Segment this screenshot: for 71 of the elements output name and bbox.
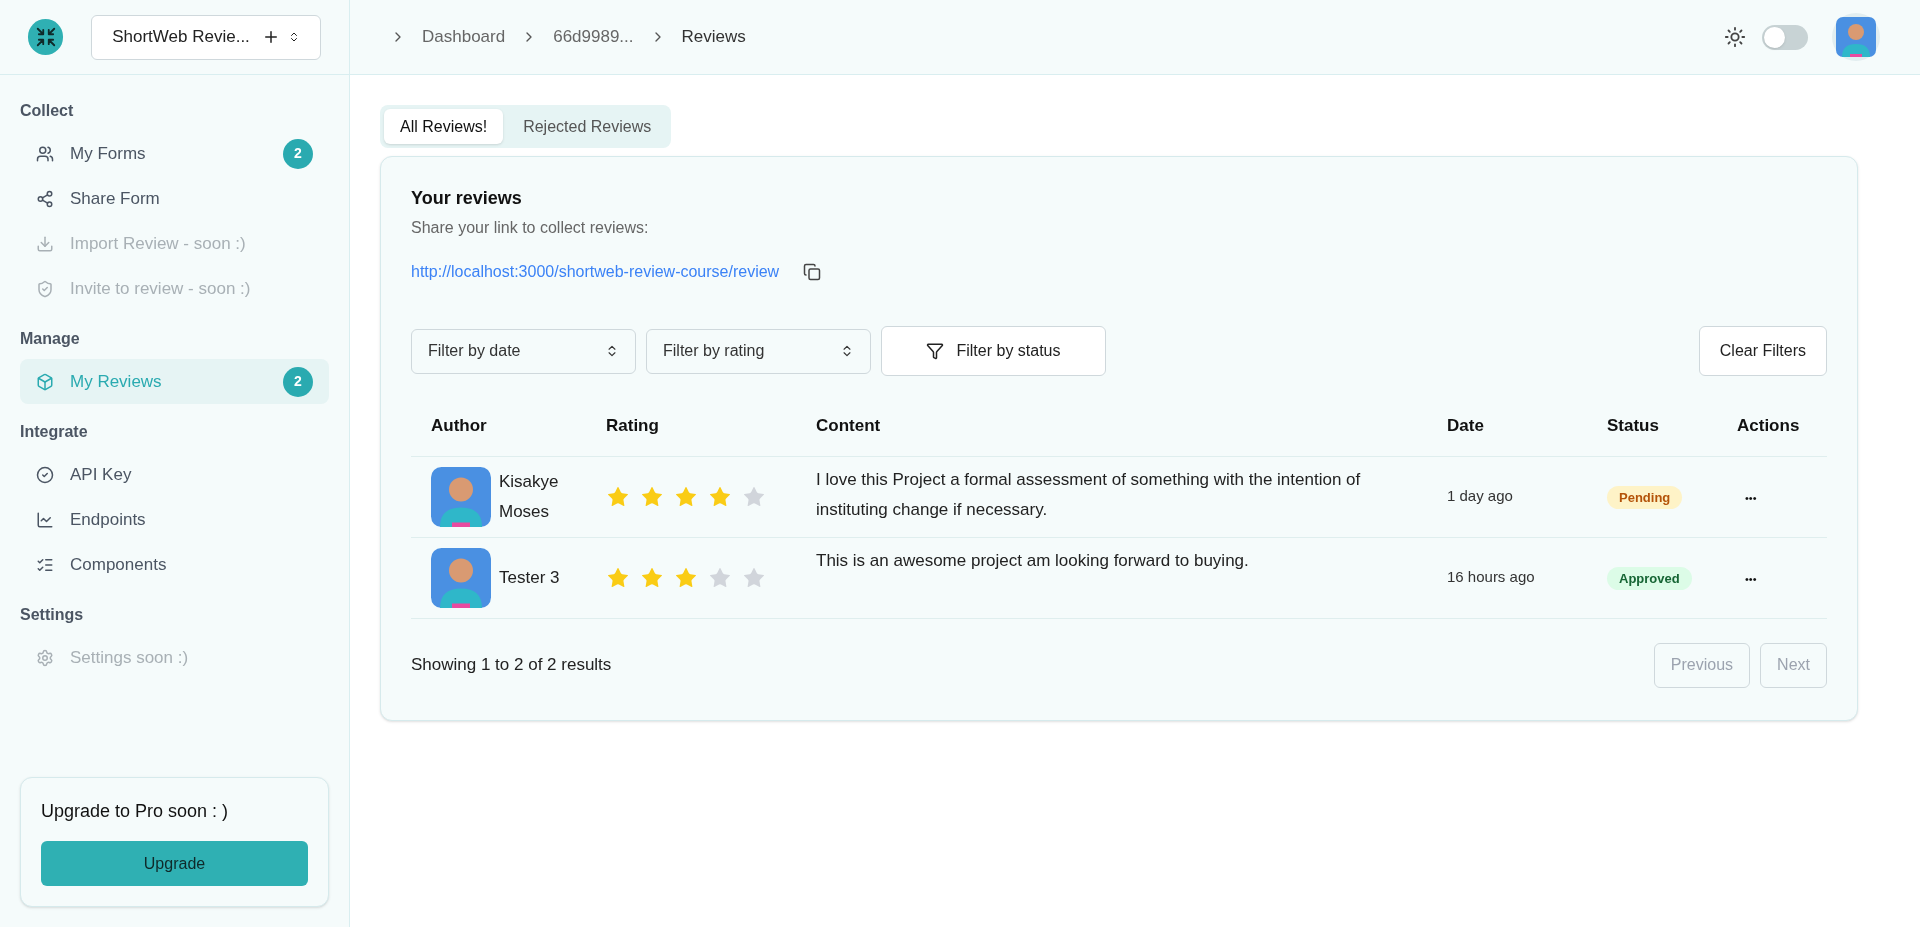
check-circle-icon: [36, 465, 54, 484]
logo-icon[interactable]: [28, 19, 64, 55]
author-name: Tester 3: [499, 566, 561, 589]
line-chart-icon: [36, 510, 54, 529]
breadcrumb-link[interactable]: 66d9989...: [553, 24, 634, 50]
theme-toggle[interactable]: [1762, 24, 1808, 50]
table-cell: 16 hours ago: [1447, 537, 1607, 618]
column-header: Rating: [606, 396, 816, 456]
project-selector[interactable]: ShortWeb Revie...: [91, 14, 321, 60]
star-icon: [742, 484, 766, 509]
users-icon: [36, 144, 54, 163]
avatar-icon: [431, 466, 491, 527]
filter-icon: [926, 342, 945, 360]
shield-icon: [36, 279, 54, 298]
chevron-updown-icon: [288, 31, 300, 43]
settings-icon: [36, 648, 54, 667]
star-icon: [674, 484, 698, 509]
count-badge: 2: [283, 366, 313, 397]
section-title: Settings: [20, 605, 85, 625]
column-header: Status: [1607, 396, 1737, 456]
upgrade-button[interactable]: Upgrade: [41, 841, 308, 886]
sidebar-item[interactable]: My Forms 2: [20, 131, 329, 176]
tab[interactable]: All Reviews!: [384, 109, 504, 144]
star-icon: [708, 484, 732, 509]
star-icon: [640, 484, 664, 509]
column-header: Author: [411, 396, 606, 456]
card-title: Your reviews: [411, 187, 523, 210]
section-title: Integrate: [20, 422, 89, 442]
star-icon: [674, 565, 698, 590]
more-button[interactable]: •••: [1737, 489, 1757, 506]
column-header: Actions: [1737, 396, 1827, 456]
column-header: Date: [1447, 396, 1607, 456]
status-badge: Approved: [1607, 566, 1692, 590]
more-button[interactable]: •••: [1737, 570, 1757, 587]
star-icon: [640, 565, 664, 590]
column-header: Content: [816, 396, 1447, 456]
breadcrumb-link[interactable]: Reviews: [681, 24, 746, 50]
avatar-icon: [431, 547, 491, 608]
table-cell: I love this Project a formal assessment of something with the intention of instituting change if necessary.: [816, 456, 1447, 537]
plus-icon: [262, 28, 280, 46]
sidebar-item[interactable]: API Key: [20, 452, 329, 497]
filter-button[interactable]: Filter by status: [881, 326, 1106, 376]
share-icon: [36, 189, 54, 208]
upgrade-title: Upgrade to Pro soon : ): [41, 800, 230, 823]
cube-icon: [36, 372, 54, 391]
filter-select[interactable]: Filter by date: [411, 328, 636, 374]
sidebar-item[interactable]: Share Form: [20, 176, 329, 221]
results-summary: Showing 1 to 2 of 2 results: [411, 654, 613, 677]
table-cell: This is an awesome project am looking forward to buying.: [816, 537, 1447, 618]
clear-filters-button[interactable]: Clear Filters: [1698, 326, 1827, 376]
section-title: Collect: [20, 101, 75, 121]
status-badge: Pending: [1607, 485, 1683, 509]
download-icon: [36, 234, 54, 253]
count-badge: 2: [283, 138, 313, 169]
star-icon: [708, 565, 732, 590]
author-name: Kisakye Moses: [499, 470, 560, 523]
section-title: Manage: [20, 329, 81, 349]
filter-select[interactable]: Filter by rating: [646, 328, 871, 374]
tab[interactable]: Rejected Reviews: [507, 109, 668, 144]
star-icon: [606, 565, 630, 590]
star-icon: [606, 484, 630, 509]
sun-icon: [1724, 26, 1746, 48]
sidebar-item[interactable]: Endpoints: [20, 497, 329, 542]
review-link[interactable]: http://localhost:3000/shortweb-review-course/review: [411, 260, 780, 284]
avatar-icon: [1836, 17, 1876, 57]
sidebar-item[interactable]: Components: [20, 542, 329, 587]
table-cell: 1 day ago: [1447, 456, 1607, 537]
breadcrumb-link[interactable]: Dashboard: [422, 24, 506, 50]
copy-icon[interactable]: [803, 263, 822, 281]
star-icon: [742, 565, 766, 590]
card-subtitle: Share your link to collect reviews:: [411, 218, 650, 238]
